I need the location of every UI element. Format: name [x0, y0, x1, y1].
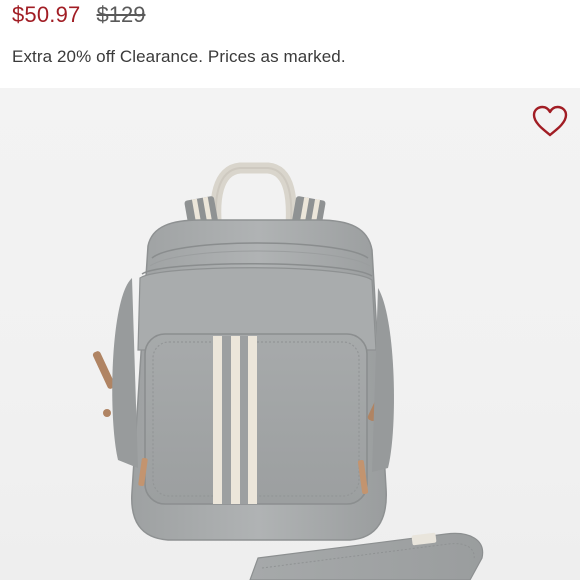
- product-listing: $50.97 $129 Extra 20% off Clearance. Pri…: [0, 0, 580, 580]
- backpack-image: [92, 162, 484, 580]
- sale-price: $50.97: [12, 2, 81, 27]
- product-photo[interactable]: [0, 88, 580, 580]
- wishlist-button[interactable]: [530, 101, 570, 141]
- original-price: $129: [96, 2, 146, 27]
- price-row: $50.97 $129: [12, 2, 145, 32]
- promo-text: Extra 20% off Clearance. Prices as marke…: [12, 47, 346, 66]
- heart-icon: [532, 105, 568, 137]
